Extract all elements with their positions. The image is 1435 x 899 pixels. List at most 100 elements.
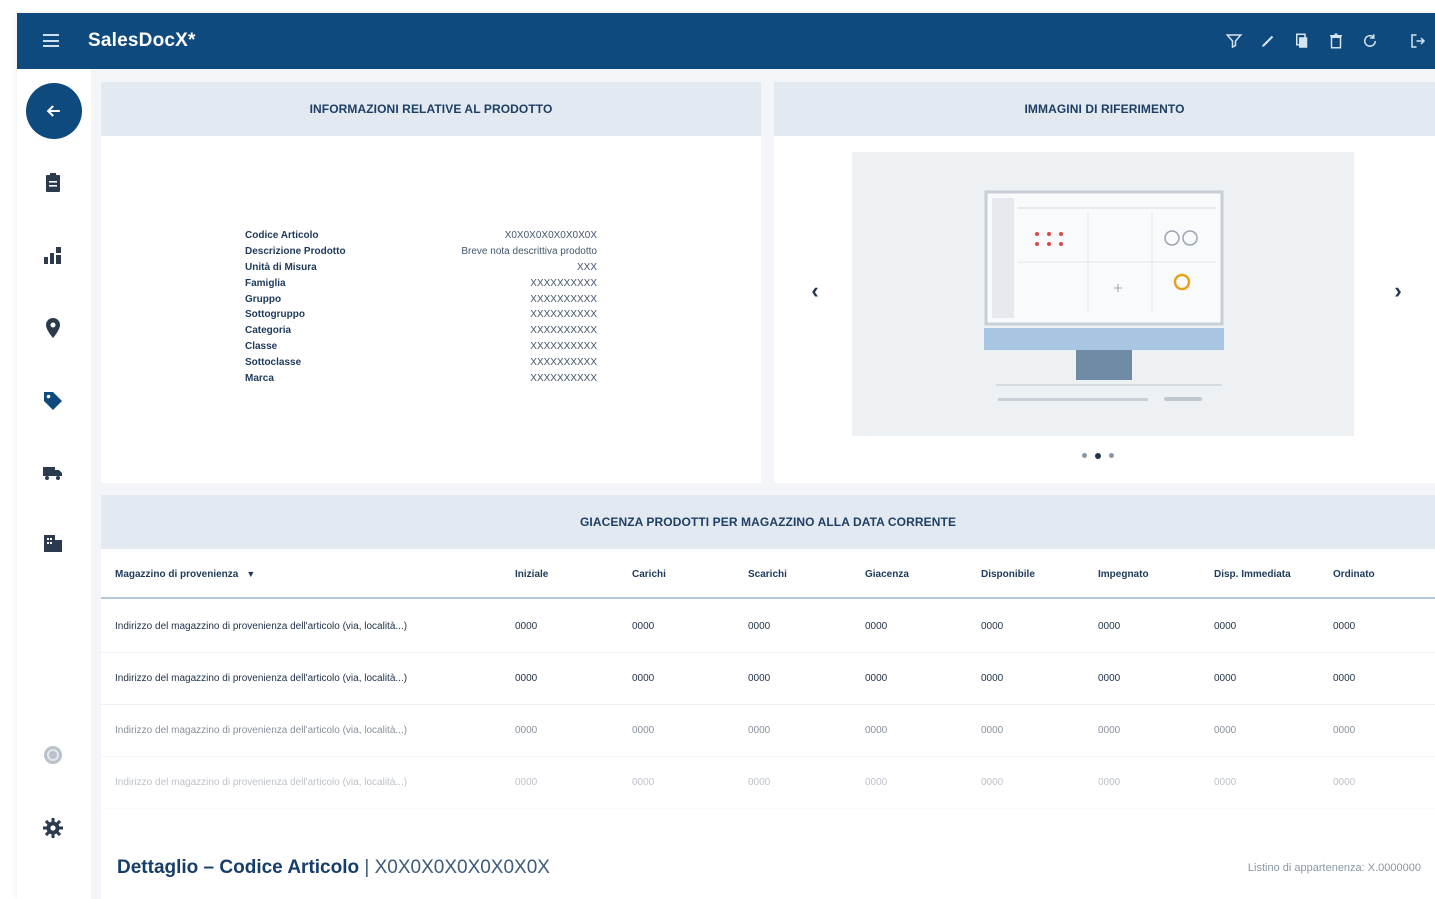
delete-icon[interactable] bbox=[1319, 13, 1353, 69]
value-cell: 0000 bbox=[748, 673, 771, 684]
info-row: Unità di Misura XXX bbox=[245, 260, 597, 276]
value-cell: 0000 bbox=[515, 673, 538, 684]
product-info-table: Codice Articolo X0X0X0X0X0X0X0X Descrizion… bbox=[245, 228, 597, 387]
value-cell: 0000 bbox=[1333, 777, 1356, 788]
value-cell: 0000 bbox=[632, 777, 655, 788]
info-row: Famiglia XXXXXXXXXX bbox=[245, 276, 597, 292]
value-cell: 0000 bbox=[1098, 621, 1121, 632]
column-header-label: Iniziale bbox=[515, 568, 549, 580]
value-cell: 0000 bbox=[1098, 777, 1121, 788]
carousel-next-button[interactable]: › bbox=[1387, 278, 1409, 304]
clipboard-icon[interactable] bbox=[39, 169, 67, 197]
carousel-dot[interactable] bbox=[1082, 453, 1087, 458]
value-cell: 0000 bbox=[981, 777, 1004, 788]
column-header-label: Scarichi bbox=[748, 568, 787, 580]
info-row: Sottoclasse XXXXXXXXXX bbox=[245, 355, 597, 371]
column-header[interactable]: Disponibile bbox=[981, 569, 1035, 580]
value-cell: 0000 bbox=[865, 621, 888, 632]
value-cell: 0000 bbox=[748, 777, 771, 788]
app-window: SalesDocX* INFORMAZIONI RELATIVE AL PROD… bbox=[17, 13, 1435, 899]
page-title-separator: | bbox=[364, 857, 370, 878]
sidebar bbox=[17, 69, 91, 899]
gear-icon[interactable] bbox=[39, 814, 67, 842]
info-row: Marca XXXXXXXXXX bbox=[245, 371, 597, 387]
copy-icon[interactable] bbox=[1285, 13, 1319, 69]
value-cell: 0000 bbox=[1333, 725, 1356, 736]
info-row: Classe XXXXXXXXXX bbox=[245, 339, 597, 355]
info-value: Breve nota descrittiva prodotto bbox=[461, 245, 597, 257]
column-header-label: Giacenza bbox=[865, 568, 909, 580]
hamburger-menu-icon[interactable] bbox=[43, 34, 59, 47]
refresh-icon[interactable] bbox=[1353, 13, 1387, 69]
info-row: Categoria XXXXXXXXXX bbox=[245, 323, 597, 339]
product-info-panel: INFORMAZIONI RELATIVE AL PRODOTTO Codice… bbox=[101, 82, 761, 483]
column-header-label: Ordinato bbox=[1333, 568, 1375, 580]
column-header-label: Disponibile bbox=[981, 568, 1035, 580]
value-cell: 0000 bbox=[865, 777, 888, 788]
carousel-dot[interactable] bbox=[1095, 452, 1101, 459]
warehouse-cell: Indirizzo del magazzino di provenienza d… bbox=[115, 621, 408, 632]
value-cell: 0000 bbox=[981, 673, 1004, 684]
column-header-label: Disp. Immediata bbox=[1214, 568, 1291, 580]
carousel-dot[interactable] bbox=[1109, 453, 1114, 458]
value-cell: 0000 bbox=[632, 673, 655, 684]
circle-icon[interactable] bbox=[39, 741, 67, 769]
info-label: Codice Articolo bbox=[245, 230, 319, 241]
reference-images-panel: IMMAGINI DI RIFERIMENTO ‹ › bbox=[774, 82, 1435, 483]
carousel-dots bbox=[1082, 452, 1114, 459]
column-header[interactable]: Scarichi bbox=[748, 569, 787, 580]
column-header[interactable]: Ordinato bbox=[1333, 569, 1375, 580]
column-header-label: Magazzino di provenienza bbox=[115, 568, 239, 580]
info-label: Descrizione Prodotto bbox=[245, 245, 346, 257]
value-cell: 0000 bbox=[1333, 621, 1356, 632]
column-header[interactable]: Giacenza bbox=[865, 569, 909, 580]
value-cell: 0000 bbox=[1214, 777, 1237, 788]
building-icon[interactable] bbox=[39, 529, 67, 557]
product-info-title: INFORMAZIONI RELATIVE AL PRODOTTO bbox=[101, 82, 761, 136]
info-row: Gruppo XXXXXXXXXX bbox=[245, 292, 597, 308]
info-value: XXXXXXXXXX bbox=[530, 277, 597, 289]
info-value: XXXXXXXXXX bbox=[530, 293, 597, 305]
sort-down-icon[interactable]: ▼ bbox=[246, 569, 255, 579]
toolbar-actions bbox=[1217, 13, 1435, 69]
info-row: Sottogruppo XXXXXXXXXX bbox=[245, 307, 597, 323]
table-row[interactable]: Indirizzo del magazzino di provenienza d… bbox=[101, 757, 1435, 809]
table-row[interactable]: Indirizzo del magazzino di provenienza d… bbox=[101, 653, 1435, 705]
value-cell: 0000 bbox=[1098, 725, 1121, 736]
tag-icon[interactable] bbox=[39, 387, 67, 415]
chart-icon[interactable] bbox=[39, 241, 67, 269]
stock-title: GIACENZA PRODOTTI PER MAGAZZINO ALLA DAT… bbox=[101, 495, 1435, 549]
back-arrow-icon bbox=[46, 105, 60, 117]
info-label: Sottoclasse bbox=[245, 357, 302, 369]
info-label: Famiglia bbox=[245, 277, 286, 289]
logout-icon[interactable] bbox=[1401, 13, 1435, 69]
value-cell: 0000 bbox=[632, 725, 655, 736]
table-row[interactable]: Indirizzo del magazzino di provenienza d… bbox=[101, 705, 1435, 757]
column-header[interactable]: Impegnato bbox=[1098, 569, 1149, 580]
info-row: Descrizione Prodotto Breve nota descritti… bbox=[245, 244, 597, 260]
article-code: X0X0X0X0X0X0X0X bbox=[374, 857, 550, 878]
value-cell: 0000 bbox=[865, 673, 888, 684]
value-cell: 0000 bbox=[1214, 621, 1237, 632]
info-value: XXX bbox=[576, 261, 597, 273]
value-cell: 0000 bbox=[1333, 673, 1356, 684]
column-header-label: Impegnato bbox=[1098, 568, 1149, 580]
info-label: Categoria bbox=[245, 325, 292, 337]
table-row[interactable]: Indirizzo del magazzino di provenienza d… bbox=[101, 601, 1435, 653]
edit-icon[interactable] bbox=[1251, 13, 1285, 69]
column-header[interactable]: Carichi bbox=[632, 569, 666, 580]
detail-footer: Dettaglio – Codice Articolo | X0X0X0X0X0… bbox=[101, 841, 1435, 899]
column-header[interactable]: Iniziale bbox=[515, 569, 548, 580]
column-header[interactable]: Magazzino di provenienza ▼ bbox=[115, 569, 255, 580]
carousel-prev-button[interactable]: ‹ bbox=[804, 278, 826, 304]
info-row: Codice Articolo X0X0X0X0X0X0X0X bbox=[245, 228, 597, 244]
truck-icon[interactable] bbox=[39, 458, 67, 486]
info-label: Unità di Misura bbox=[245, 261, 317, 273]
info-label: Gruppo bbox=[245, 293, 282, 305]
reference-images-title: IMMAGINI DI RIFERIMENTO bbox=[774, 82, 1435, 136]
back-button[interactable] bbox=[26, 83, 82, 139]
app-title: SalesDocX* bbox=[88, 30, 196, 51]
column-header[interactable]: Disp. Immediata bbox=[1214, 569, 1291, 580]
filter-icon[interactable] bbox=[1217, 13, 1251, 69]
location-pin-icon[interactable] bbox=[39, 314, 67, 342]
